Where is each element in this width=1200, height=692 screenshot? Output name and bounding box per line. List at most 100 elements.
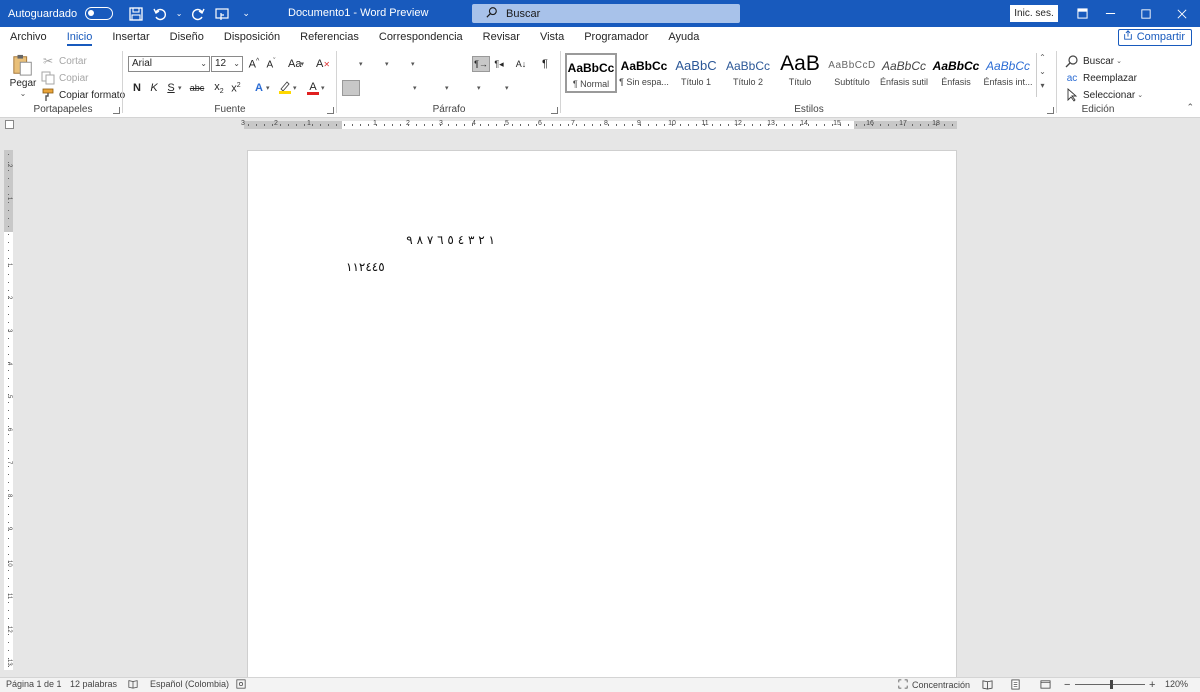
subscript-button[interactable]: x2 xyxy=(210,80,228,96)
collapse-ribbon-icon[interactable]: ⌃ xyxy=(1186,102,1194,113)
shrink-font-button[interactable]: Aˇ xyxy=(262,56,280,72)
tab-diseno[interactable]: Diseño xyxy=(160,27,214,47)
undo-dropdown-icon[interactable]: ⌄ xyxy=(175,5,183,23)
highlight-button[interactable] xyxy=(276,80,294,96)
tab-selector[interactable] xyxy=(5,120,14,129)
chevron-down-icon[interactable]: ▾ xyxy=(411,60,415,68)
style-heading-1[interactable]: AaBbC Título 1 xyxy=(670,53,722,93)
customize-qat-icon[interactable]: ⌄ xyxy=(237,5,255,23)
show-marks-button[interactable]: ¶ xyxy=(536,56,554,72)
tab-archivo[interactable]: Archivo xyxy=(0,27,57,47)
web-layout-icon[interactable] xyxy=(1040,679,1051,690)
sign-in-button[interactable]: Inic. ses. xyxy=(1010,5,1058,22)
chevron-down-icon[interactable]: ▾ xyxy=(266,84,270,92)
line-spacing-button[interactable] xyxy=(428,80,450,105)
style-emphasis[interactable]: AaBbCc Énfasis xyxy=(930,53,982,93)
search-box[interactable]: Buscar xyxy=(472,4,740,23)
share-button[interactable]: Compartir xyxy=(1117,29,1192,46)
borders-button[interactable] xyxy=(488,80,511,105)
format-painter-button[interactable]: Copiar formato xyxy=(40,87,125,103)
paragraph-launcher-icon[interactable] xyxy=(551,107,558,114)
underline-dropdown-icon[interactable]: ▾ xyxy=(178,84,182,92)
style-intense-emphasis[interactable]: AaBbCc Énfasis int... xyxy=(982,53,1034,93)
vertical-scrollbar[interactable] xyxy=(1190,131,1200,677)
cut-button[interactable]: ✂ Cortar xyxy=(40,53,87,69)
chevron-down-icon[interactable]: ▾ xyxy=(359,60,363,68)
accessibility-icon[interactable] xyxy=(236,679,246,689)
chevron-down-icon[interactable]: ▾ xyxy=(505,84,509,92)
select-button[interactable]: Seleccionar ⌄ xyxy=(1064,87,1143,103)
bold-button[interactable]: N xyxy=(128,80,146,96)
chevron-down-icon[interactable]: ▾ xyxy=(413,84,417,92)
tab-correspondencia[interactable]: Correspondencia xyxy=(369,27,473,47)
redo-icon[interactable] xyxy=(189,5,207,23)
word-count[interactable]: 12 palabras xyxy=(70,679,117,689)
proofing-icon[interactable] xyxy=(128,679,138,689)
chevron-up-icon[interactable]: ⌃ xyxy=(1037,53,1048,67)
vertical-ruler[interactable]: 2 1 1 2 3 4 5 6 7 8 9 10 11 12 13 xyxy=(4,150,13,670)
style-heading-2[interactable]: AaBbCc Título 2 xyxy=(722,53,774,93)
italic-button[interactable]: K xyxy=(145,80,163,96)
styles-launcher-icon[interactable] xyxy=(1047,107,1054,114)
print-layout-icon[interactable] xyxy=(1010,679,1021,690)
align-left-button[interactable] xyxy=(342,80,364,103)
autosave-toggle[interactable] xyxy=(85,7,114,20)
zoom-out-icon[interactable]: − xyxy=(1064,679,1070,691)
save-icon[interactable] xyxy=(127,5,145,23)
style-title[interactable]: AaB Título xyxy=(774,53,826,93)
document-page[interactable]: ١ ٢ ٣ ٤ ٥ ٦ ٧ ٨ ٩ ١١٢٤٤٥ xyxy=(247,150,957,678)
find-button[interactable]: Buscar ⌄ xyxy=(1064,53,1122,69)
style-no-spacing[interactable]: AaBbCc ¶ Sin espa... xyxy=(618,53,670,93)
shading-button[interactable] xyxy=(460,80,482,105)
style-subtitle[interactable]: AaBbCcD Subtítulo xyxy=(826,53,878,93)
font-name-combo[interactable]: Arial ⌄ xyxy=(128,56,210,72)
zoom-level[interactable]: 120% xyxy=(1165,679,1188,689)
zoom-in-icon[interactable]: + xyxy=(1149,679,1155,691)
strikethrough-button[interactable]: abc xyxy=(186,80,208,96)
chevron-down-icon[interactable]: ▾ xyxy=(477,84,481,92)
paste-dropdown-icon[interactable]: ⌄ xyxy=(8,89,38,98)
document-line-1[interactable]: ١ ٢ ٣ ٤ ٥ ٦ ٧ ٨ ٩ xyxy=(406,233,495,247)
rtl-direction-button[interactable]: ¶◂ xyxy=(490,56,508,72)
tab-inicio[interactable]: Inicio xyxy=(57,27,103,47)
document-line-2[interactable]: ١١٢٤٤٥ xyxy=(346,260,385,274)
read-mode-icon[interactable] xyxy=(982,679,993,690)
chevron-down-icon[interactable]: ▾ xyxy=(321,84,325,92)
tab-programador[interactable]: Programador xyxy=(574,27,658,47)
superscript-button[interactable]: x2 xyxy=(227,80,245,96)
focus-button[interactable]: Concentración xyxy=(898,679,970,691)
more-styles-icon[interactable]: ▾ xyxy=(1037,81,1048,95)
tab-referencias[interactable]: Referencias xyxy=(290,27,369,47)
tab-insertar[interactable]: Insertar xyxy=(102,27,159,47)
sort-button[interactable]: A↓ xyxy=(512,56,530,72)
ltr-direction-button[interactable]: ¶→ xyxy=(472,56,490,72)
chevron-down-icon[interactable]: ▾ xyxy=(385,60,389,68)
bullets-button[interactable] xyxy=(342,56,364,80)
align-center-button[interactable] xyxy=(360,80,382,103)
tab-ayuda[interactable]: Ayuda xyxy=(658,27,709,47)
increase-indent-button[interactable] xyxy=(448,56,470,79)
zoom-slider-thumb[interactable] xyxy=(1110,680,1113,689)
numbering-button[interactable]: 12 xyxy=(368,56,390,81)
copy-button[interactable]: Copiar xyxy=(40,70,88,86)
tab-revisar[interactable]: Revisar xyxy=(473,27,530,47)
decrease-indent-button[interactable] xyxy=(430,56,452,79)
touch-mode-icon[interactable] xyxy=(213,5,231,23)
language-status[interactable]: Español (Colombia) xyxy=(150,679,229,689)
page-count[interactable]: Página 1 de 1 xyxy=(6,679,62,689)
paste-button[interactable]: Pegar ⌄ xyxy=(8,53,38,99)
font-color-button[interactable]: A xyxy=(304,80,322,96)
style-subtle-emphasis[interactable]: AaBbCc Énfasis sutil xyxy=(878,53,930,93)
clipboard-launcher-icon[interactable] xyxy=(113,107,120,114)
undo-icon[interactable] xyxy=(151,5,169,23)
tab-vista[interactable]: Vista xyxy=(530,27,574,47)
horizontal-ruler[interactable]: 321123456789101112131415161718 xyxy=(241,120,957,129)
font-size-combo[interactable]: 12 ⌄ xyxy=(211,56,243,72)
grow-font-button[interactable]: A^ xyxy=(245,56,263,72)
replace-button[interactable]: ac Reemplazar xyxy=(1064,70,1137,86)
font-launcher-icon[interactable] xyxy=(327,107,334,114)
justify-button[interactable] xyxy=(396,80,418,103)
minimize-icon[interactable] xyxy=(1092,0,1128,27)
change-case-button[interactable]: Aa ▾ xyxy=(284,56,308,72)
style-normal[interactable]: AaBbCc ¶ Normal xyxy=(565,53,617,93)
